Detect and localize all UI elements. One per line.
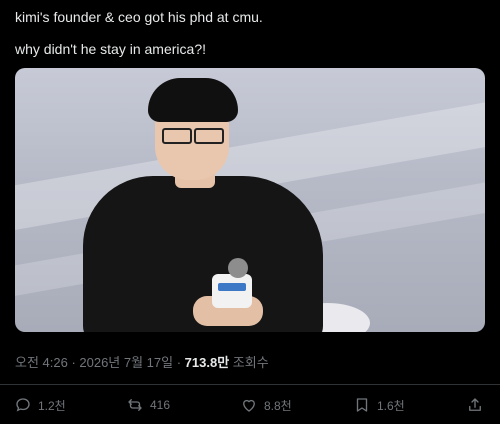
bookmark-button[interactable]: 1.6천 (353, 396, 405, 414)
lens (162, 128, 192, 144)
reply-count: 1.2천 (38, 398, 66, 413)
like-count: 8.8천 (264, 398, 292, 413)
post-image[interactable] (15, 68, 485, 332)
hair (148, 78, 238, 122)
reply-icon (16, 398, 30, 412)
post-timestamp[interactable]: 오전 4:26 · 2026년 7월 17일 · (15, 355, 181, 370)
lens (194, 128, 224, 144)
post-text-line-1: kimi's founder & ceo got his phd at cmu. (15, 9, 263, 25)
microphone-label (218, 283, 246, 291)
repost-button[interactable]: 416 (126, 396, 170, 414)
post-text-line-2: why didn't he stay in america?! (15, 41, 206, 57)
repost-icon (128, 399, 142, 411)
like-button[interactable]: 8.8천 (240, 396, 292, 414)
glasses (162, 128, 224, 144)
action-bar: 1.2천 416 8.8천 1.6천 (0, 396, 500, 418)
reply-button[interactable]: 1.2천 (14, 396, 66, 414)
bookmark-icon (356, 398, 368, 412)
microphone-head (228, 258, 248, 278)
person (15, 68, 485, 332)
post-meta: 오전 4:26 · 2026년 7월 17일 · 713.8만 조회수 (15, 352, 269, 371)
microphone-body (212, 274, 252, 308)
view-count-label: 조회수 (232, 355, 269, 370)
share-icon (469, 398, 481, 411)
repost-count: 416 (150, 398, 171, 412)
view-count: 713.8만 (184, 355, 230, 370)
divider (0, 384, 500, 385)
share-button[interactable] (466, 396, 484, 414)
bookmark-count: 1.6천 (377, 398, 405, 413)
heart-icon (243, 399, 255, 412)
